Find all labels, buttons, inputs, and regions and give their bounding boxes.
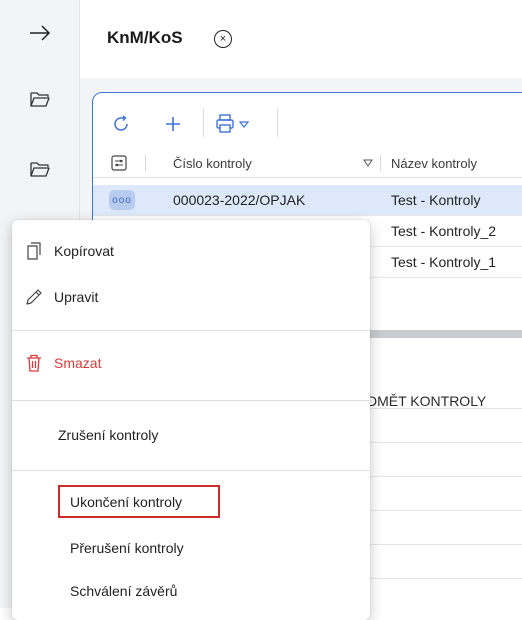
- trash-icon: [24, 353, 44, 373]
- tab-title[interactable]: KnM/KoS: [107, 28, 183, 48]
- copy-icon: [24, 241, 44, 261]
- grid-toolbar: [93, 93, 522, 149]
- menu-item-copy[interactable]: Kopírovat: [12, 234, 370, 268]
- menu-separator: [12, 330, 370, 331]
- row-actions-button[interactable]: ooo: [109, 190, 135, 210]
- menu-item-label: Zrušení kontroly: [58, 427, 159, 443]
- highlight-box: [58, 485, 220, 518]
- row-divider: [350, 476, 522, 477]
- add-icon[interactable]: [161, 111, 185, 137]
- row-divider: [350, 510, 522, 511]
- row-number: 000023-2022/OPJAK: [173, 192, 306, 208]
- print-icon[interactable]: [215, 111, 253, 137]
- menu-item-delete[interactable]: Smazat: [12, 346, 370, 380]
- column-separator: [145, 155, 146, 171]
- menu-item-label: Kopírovat: [54, 243, 114, 259]
- row-name: Test - Kontroly_1: [391, 254, 497, 270]
- menu-item-edit[interactable]: Upravit: [12, 280, 370, 314]
- menu-item-label: Upravit: [54, 289, 99, 305]
- folder-icon[interactable]: [22, 84, 58, 114]
- toolbar-separator: [277, 109, 278, 137]
- row-divider: [350, 408, 522, 409]
- header: KnM/KoS ×: [80, 0, 522, 78]
- pencil-icon: [24, 287, 44, 307]
- column-header-number[interactable]: Číslo kontroly: [173, 149, 252, 177]
- menu-item-label: Schválení závěrů: [70, 583, 178, 599]
- toolbar-separator: [203, 109, 204, 137]
- refresh-icon[interactable]: [109, 111, 133, 137]
- row-context-menu: Kopírovat Upravit Smazat Zrušení kontrol…: [12, 220, 370, 620]
- menu-separator: [12, 400, 370, 401]
- menu-separator: [12, 470, 370, 471]
- row-name: Test - Kontroly_2: [391, 223, 497, 239]
- filter-icon[interactable]: [363, 149, 373, 177]
- menu-item-label: Přerušení kontroly: [70, 540, 184, 556]
- menu-item-label: Smazat: [54, 355, 102, 371]
- close-icon[interactable]: ×: [214, 30, 232, 48]
- column-separator: [380, 155, 381, 171]
- menu-item-suspend-inspection[interactable]: Přerušení kontroly: [12, 531, 370, 565]
- row-name: Test - Kontroly: [391, 192, 481, 208]
- row-divider: [350, 442, 522, 443]
- grid-header: Číslo kontroly Název kontroly: [93, 149, 522, 178]
- lower-column-header: DMĚT KONTROLY: [367, 393, 487, 409]
- column-header-name[interactable]: Název kontroly: [391, 149, 477, 177]
- row-divider: [350, 544, 522, 545]
- menu-item-approve-conclusions[interactable]: Schválení závěrů: [12, 574, 370, 608]
- column-settings-icon[interactable]: [111, 149, 127, 177]
- folder-icon[interactable]: [22, 154, 58, 184]
- row-divider: [350, 578, 522, 579]
- menu-item-cancel-inspection[interactable]: Zrušení kontroly: [12, 418, 370, 452]
- table-row[interactable]: ooo 000023-2022/OPJAK Test - Kontroly: [93, 185, 522, 216]
- arrow-right-icon[interactable]: [22, 18, 58, 48]
